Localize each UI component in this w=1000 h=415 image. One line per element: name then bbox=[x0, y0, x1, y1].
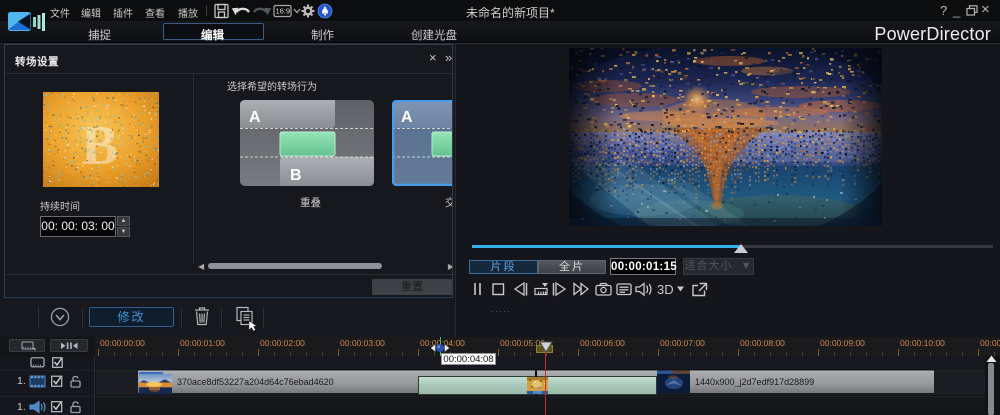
svg-text:B: B bbox=[290, 167, 302, 184]
svg-text:A: A bbox=[249, 109, 261, 126]
svg-text:16:9: 16:9 bbox=[276, 7, 291, 16]
svg-text:A: A bbox=[401, 109, 413, 126]
svg-text:3D: 3D bbox=[657, 282, 674, 297]
